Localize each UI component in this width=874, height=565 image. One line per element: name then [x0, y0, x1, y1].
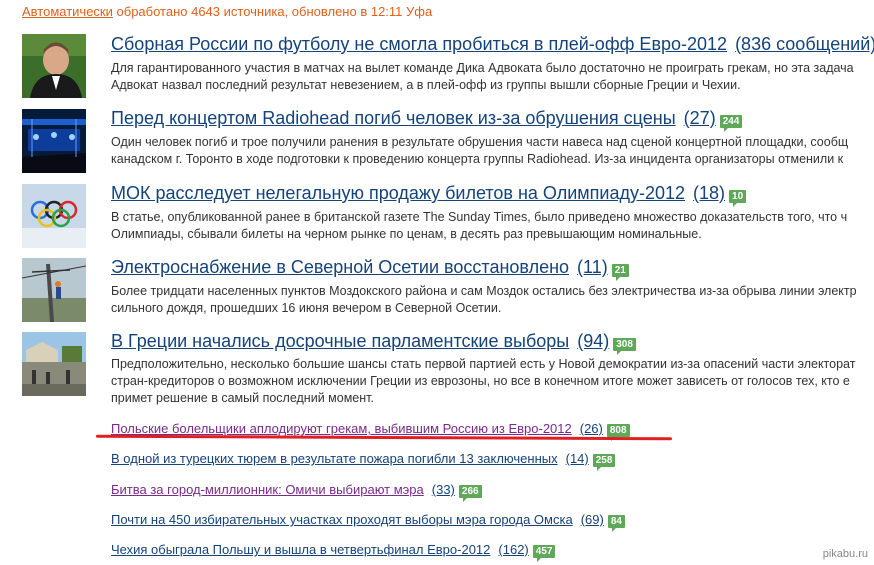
- summary-line: стран-кредиторов о возможном исключении …: [111, 374, 850, 388]
- summary-line: канадском г. Торонто в ходе подготовки к…: [111, 152, 844, 166]
- comment-count[interactable]: (11): [577, 257, 608, 278]
- concert-photo-thumbnail[interactable]: [22, 109, 86, 173]
- summary-line: Более тридцати населенных пунктов Моздок…: [111, 284, 857, 298]
- rating-badge: 308: [613, 338, 636, 355]
- summary-line: Олимпиады, сбывали билеты на черном рынк…: [111, 227, 702, 241]
- rating-badge: 21: [611, 264, 629, 281]
- news-link-row: Почти на 450 избирательных участках прох…: [111, 512, 625, 532]
- source-status-bar: Автоматически обработано 4643 источника,…: [22, 4, 432, 19]
- power-line-photo-thumbnail[interactable]: [22, 258, 86, 322]
- story-headline[interactable]: Электроснабжение в Северной Осетии восст…: [111, 257, 569, 278]
- greece-street-photo-thumbnail[interactable]: [22, 332, 86, 396]
- story-summary: В статье, опубликованной ранее в британс…: [111, 209, 874, 243]
- rating-badge: 457: [532, 545, 556, 562]
- news-link[interactable]: Битва за город-миллионник: Омичи выбираю…: [111, 482, 424, 497]
- comment-count[interactable]: (94): [577, 331, 609, 352]
- comment-count[interactable]: (27): [684, 108, 716, 129]
- summary-line: В статье, опубликованной ранее в британс…: [111, 210, 848, 224]
- news-link[interactable]: Чехия обыграла Польшу и вышла в четверть…: [111, 542, 490, 557]
- auto-link[interactable]: Автоматически: [22, 4, 113, 19]
- summary-line: сильного дождя, прошедших 16 июня вечеро…: [111, 301, 502, 315]
- watermark: pikabu.ru: [822, 548, 868, 560]
- news-link-row: Чехия обыграла Польшу и вышла в четверть…: [111, 542, 556, 562]
- story-summary: Предположительно, несколько большие шанс…: [111, 356, 874, 407]
- story-headline[interactable]: Сборная России по футболу не смогла проб…: [111, 34, 727, 55]
- story-summary: Для гарантированного участия в матчах на…: [111, 60, 874, 94]
- comment-count[interactable]: (14): [566, 451, 589, 466]
- story-headline[interactable]: В Греции начались досрочные парламентски…: [111, 331, 569, 352]
- comment-count[interactable]: (33): [432, 482, 455, 497]
- rating-badge: 808: [606, 424, 630, 441]
- olympic-rings-photo-thumbnail[interactable]: [22, 184, 86, 248]
- comment-count[interactable]: (836 сообщений): [735, 34, 874, 55]
- rating-badge: 84: [607, 515, 625, 532]
- rating-badge: 10: [729, 190, 747, 207]
- story-headline[interactable]: Перед концертом Radiohead погиб человек …: [111, 108, 676, 129]
- rating-badge: 266: [458, 485, 482, 502]
- news-link[interactable]: Почти на 450 избирательных участках прох…: [111, 512, 573, 527]
- summary-line: Предположительно, несколько большие шанс…: [111, 357, 856, 371]
- story-summary: Более тридцати населенных пунктов Моздок…: [111, 283, 874, 317]
- news-link[interactable]: В одной из турецких тюрем в результате п…: [111, 451, 558, 466]
- comment-count[interactable]: (162): [498, 542, 528, 557]
- news-link-row: В одной из турецких тюрем в результате п…: [111, 451, 616, 471]
- coach-photo-thumbnail[interactable]: [22, 34, 86, 98]
- summary-line: примет решение в самый последний момент.: [111, 391, 374, 405]
- rating-badge: 258: [592, 454, 616, 471]
- status-text: обработано 4643 источника, обновлено в 1…: [116, 4, 433, 19]
- rating-badge: 244: [719, 115, 743, 132]
- news-link-row: Битва за город-миллионник: Омичи выбираю…: [111, 482, 482, 502]
- summary-line: Адвокат назвал последний результат невез…: [111, 78, 741, 92]
- story-headline[interactable]: МОК расследует нелегальную продажу билет…: [111, 183, 685, 204]
- story-summary: Один человек погиб и трое получили ранен…: [111, 134, 874, 168]
- summary-line: Для гарантированного участия в матчах на…: [111, 61, 854, 75]
- comment-count[interactable]: (18): [693, 183, 725, 204]
- summary-line: Один человек погиб и трое получили ранен…: [111, 135, 849, 149]
- comment-count[interactable]: (26): [580, 421, 603, 436]
- comment-count[interactable]: (69): [581, 512, 604, 527]
- news-link[interactable]: Польские болельщики аплодируют грекам, в…: [111, 421, 572, 436]
